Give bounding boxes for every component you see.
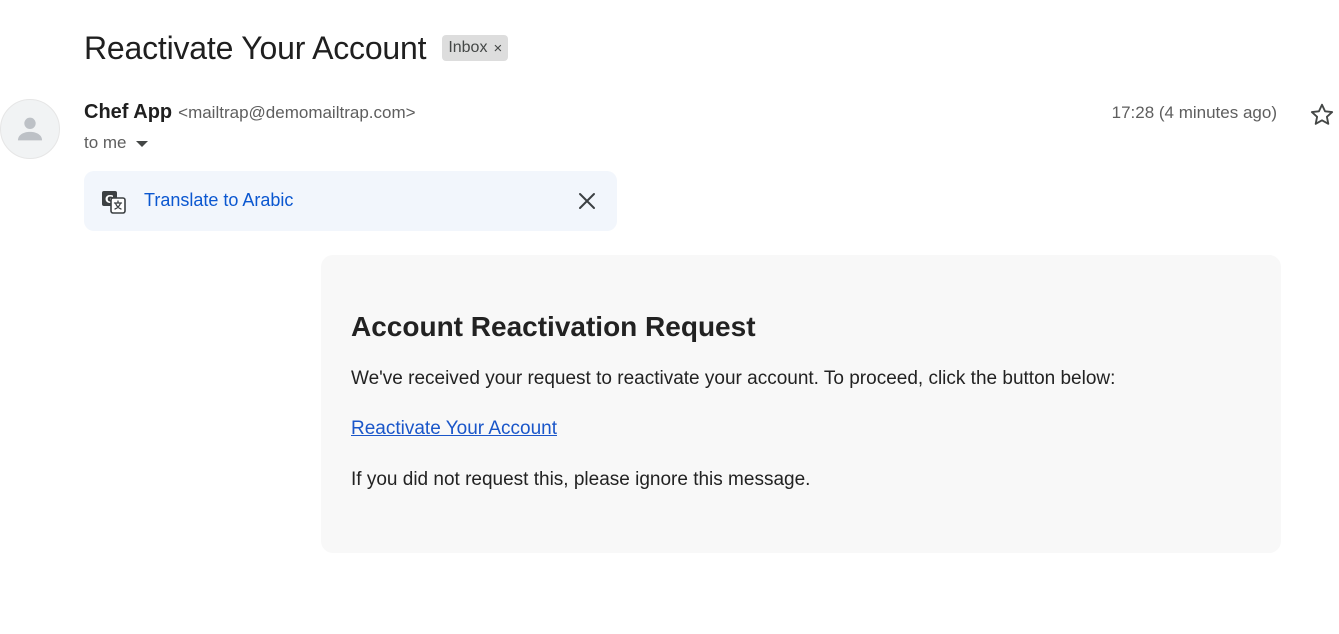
email-body-card: Account Reactivation Request We've recei…: [321, 255, 1281, 553]
email-body-heading: Account Reactivation Request: [351, 311, 756, 342]
label-remove-icon[interactable]: ×: [493, 40, 502, 57]
recipient-text: to me: [84, 133, 127, 152]
subject-row: Reactivate Your Account Inbox ×: [84, 26, 509, 70]
sender-line: Chef App <mailtrap@demomailtrap.com>: [84, 101, 416, 127]
translate-icon: G: [102, 191, 126, 214]
avatar-placeholder-icon: [17, 117, 43, 141]
sender-email: <mailtrap@demomailtrap.com>: [178, 103, 416, 122]
label-chip-text: Inbox: [448, 39, 488, 56]
chevron-down-icon[interactable]: [135, 141, 148, 147]
email-body-paragraph: We've received your request to reactivat…: [351, 368, 1116, 389]
email-timestamp: 17:28 (4 minutes ago): [1111, 103, 1277, 122]
email-body-footer: If you did not request this, please igno…: [351, 469, 811, 490]
sender-name[interactable]: Chef App: [84, 101, 172, 124]
star-icon[interactable]: [1308, 101, 1336, 129]
avatar[interactable]: [0, 99, 60, 159]
recipient-details[interactable]: to me: [84, 133, 148, 153]
email-subject: Reactivate Your Account: [84, 29, 427, 66]
email-view: Reactivate Your Account Inbox × Chef App…: [0, 0, 1339, 634]
inbox-label-chip[interactable]: Inbox ×: [442, 35, 509, 61]
reactivate-account-link[interactable]: Reactivate Your Account: [351, 418, 557, 439]
translate-bar: G Translate to Arabic: [84, 171, 617, 231]
close-icon[interactable]: [575, 189, 599, 213]
translate-link[interactable]: Translate to Arabic: [144, 190, 293, 211]
